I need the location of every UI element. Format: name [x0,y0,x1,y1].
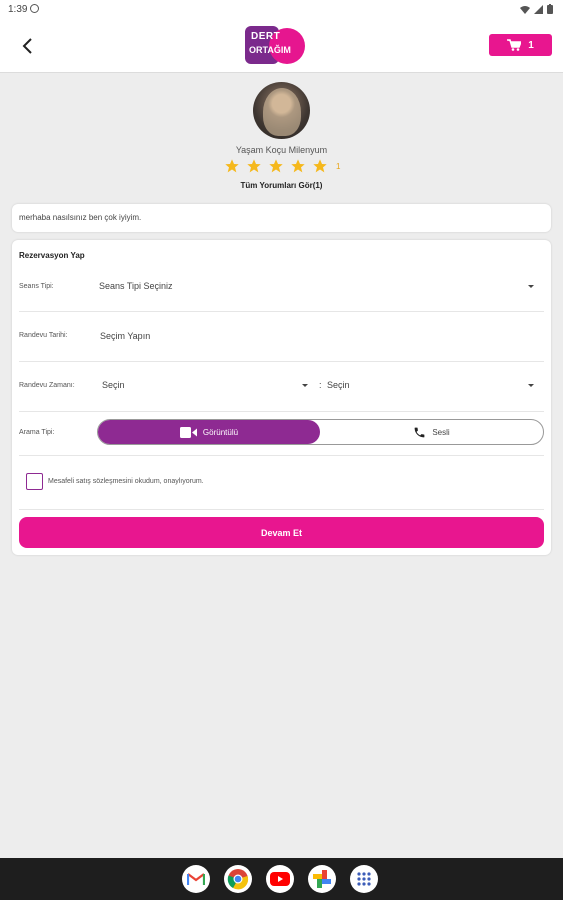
all-reviews-link[interactable]: Tüm Yorumları Gör(1) [0,181,563,190]
call-type-label: Arama Tipi: [19,429,55,436]
status-icons [520,4,553,14]
star-icon [291,159,305,173]
star-icon [247,159,261,173]
coach-name: Yaşam Koçu Milenyum [235,145,328,155]
message-card: merhaba nasılsınız ben çok iyiyim. [12,204,551,232]
logo-text-top: DERT [251,31,281,42]
avatar [253,82,310,139]
youtube-icon[interactable] [266,865,294,893]
wifi-icon [520,5,530,14]
status-time: 1:39 [8,4,28,15]
voice-call-label: Sesli [432,427,450,437]
video-camera-icon [179,426,197,438]
star-icon [225,159,239,173]
date-row: Randevu Tarihi: Seçim Yapın [19,311,544,362]
session-type-select[interactable]: Seans Tipi Seçiniz [99,281,173,291]
agreement-label: Mesafeli satış sözleşmesini okudum, onay… [48,478,204,485]
cart-button[interactable]: 1 [489,34,552,56]
battery-icon [547,4,553,14]
chevron-down-icon[interactable] [528,285,534,288]
time-label: Randevu Zamanı: [19,382,75,389]
status-bar: 1:39 [0,0,563,20]
gmail-icon[interactable] [182,865,210,893]
chrome-icon[interactable] [224,865,252,893]
reservation-form: Rezervasyon Yap Seans Tipi: Seans Tipi S… [12,240,551,555]
app-dock [182,865,378,893]
time-start-select[interactable]: Seçin [102,380,125,390]
app-bar: DERT ORTAĞIM 1 [0,20,563,73]
android-taskbar [0,858,563,900]
agreement-checkbox[interactable] [26,473,43,490]
photos-icon[interactable] [308,865,336,893]
cart-count: 1 [528,39,534,51]
logo-text-bottom: ORTAĞIM [249,45,291,55]
call-type-toggle: Görüntülü Sesli [97,419,544,445]
date-label: Randevu Tarihi: [19,332,68,339]
back-arrow-icon[interactable] [18,36,38,56]
time-separator: : [319,380,322,390]
cart-icon [507,39,522,51]
apps-icon[interactable] [350,865,378,893]
session-type-row: Seans Tipi: Seans Tipi Seçiniz [19,265,544,312]
chevron-down-icon[interactable] [528,384,534,387]
form-title: Rezervasyon Yap [19,251,85,260]
continue-button[interactable]: Devam Et [19,517,544,548]
voice-call-option[interactable]: Sesli [320,420,543,444]
chevron-down-icon[interactable] [302,384,308,387]
dnd-icon [30,4,39,13]
time-end-select[interactable]: Seçin [327,380,350,390]
star-icon [269,159,283,173]
date-picker[interactable]: Seçim Yapın [100,331,150,341]
session-type-label: Seans Tipi: [19,283,54,290]
signal-icon [534,4,543,14]
app-logo: DERT ORTAĞIM [245,26,309,66]
phone-icon [414,427,425,437]
rating-stars: 1 [224,158,340,174]
star-icon [313,159,327,173]
video-call-label: Görüntülü [202,427,239,437]
time-row: Randevu Zamanı: Seçin : Seçin [19,361,544,412]
rating-count: 1 [336,161,341,171]
video-call-option[interactable]: Görüntülü [98,420,320,444]
